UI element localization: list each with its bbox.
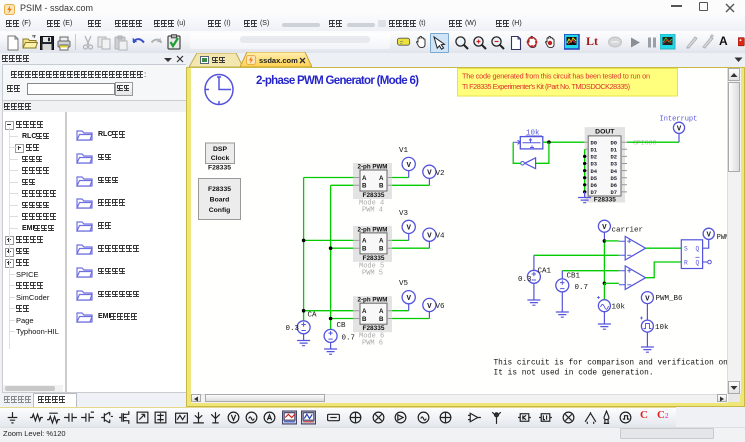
svg-text:PWM 6: PWM 6 — [362, 340, 383, 348]
svg-text:D2: D2 — [591, 154, 598, 161]
svg-text:A: A — [379, 308, 384, 315]
svg-text:D4: D4 — [591, 168, 598, 175]
svg-text:V3: V3 — [399, 210, 409, 218]
svg-text:V: V — [677, 126, 682, 134]
svg-text:V: V — [406, 225, 411, 233]
svg-text:D4: D4 — [611, 168, 618, 175]
svg-text:D6: D6 — [611, 182, 618, 189]
svg-text:PWM 5: PWM 5 — [362, 269, 383, 277]
svg-text:D5: D5 — [611, 175, 618, 182]
svg-text:CB: CB — [337, 322, 347, 330]
svg-text:F28335: F28335 — [208, 165, 231, 172]
svg-text:10k: 10k — [612, 304, 626, 312]
svg-text:Board: Board — [210, 197, 230, 204]
svg-text:F28335: F28335 — [362, 255, 384, 262]
svg-text:D1: D1 — [591, 147, 598, 154]
svg-text:D3: D3 — [591, 161, 598, 168]
svg-text:V6: V6 — [436, 303, 446, 311]
svg-text:D3: D3 — [611, 161, 618, 168]
svg-text:D6: D6 — [591, 182, 598, 189]
svg-text:R: R — [684, 260, 688, 267]
svg-text:Interrupt: Interrupt — [660, 116, 698, 124]
svg-text:D2: D2 — [611, 154, 618, 161]
svg-text:B: B — [362, 246, 367, 253]
svg-text:F28335: F28335 — [362, 325, 384, 332]
svg-text:V5: V5 — [399, 280, 409, 288]
svg-text:B: B — [379, 246, 384, 253]
svg-text:The code generated from this c: The code generated from this circuit has… — [462, 72, 650, 81]
svg-text:D7: D7 — [611, 189, 618, 196]
svg-text:DOUT: DOUT — [595, 129, 615, 136]
svg-text:Config: Config — [209, 207, 231, 214]
svg-text:CA: CA — [308, 312, 318, 320]
svg-text:0.7: 0.7 — [342, 335, 356, 343]
svg-text:V: V — [602, 224, 607, 232]
svg-text:DSP: DSP — [213, 146, 227, 153]
svg-text:2-phase PWM Generator (Mode 6): 2-phase PWM Generator (Mode 6) — [256, 75, 419, 87]
svg-text:0.3: 0.3 — [518, 276, 532, 284]
svg-text:D7: D7 — [591, 189, 598, 196]
svg-text:CA1: CA1 — [538, 268, 552, 276]
svg-text:It is not used in code generat: It is not used in code generation. — [494, 369, 654, 377]
svg-text:V2: V2 — [436, 170, 445, 178]
svg-text:Q: Q — [696, 246, 700, 253]
svg-text:A: A — [362, 308, 367, 315]
svg-text:PWM_6: PWM_6 — [717, 234, 727, 242]
svg-text:V: V — [706, 232, 711, 240]
svg-text:PWM 4: PWM 4 — [362, 207, 383, 215]
svg-text:B: B — [379, 316, 384, 323]
svg-text:B: B — [379, 183, 384, 190]
svg-text:A: A — [379, 238, 384, 245]
svg-text:2-ph PWM: 2-ph PWM — [358, 164, 388, 171]
svg-text:D5: D5 — [591, 175, 598, 182]
svg-text:D0: D0 — [611, 139, 618, 146]
svg-text:10k: 10k — [655, 324, 669, 332]
svg-text:F28335: F28335 — [362, 192, 384, 199]
svg-text:Q: Q — [696, 260, 700, 267]
svg-text:V4: V4 — [436, 233, 446, 241]
svg-text:V: V — [427, 233, 432, 241]
svg-text:2-ph PWM: 2-ph PWM — [358, 297, 388, 304]
svg-text:Clock: Clock — [211, 155, 230, 162]
svg-text:CB1: CB1 — [567, 273, 581, 281]
svg-text:F28335: F28335 — [208, 186, 231, 193]
svg-text:V: V — [427, 303, 432, 311]
svg-text:D0: D0 — [591, 139, 598, 146]
svg-text:S: S — [684, 246, 688, 253]
svg-text:This circuit is for comparison: This circuit is for comparison and verif… — [494, 359, 728, 367]
svg-text:V1: V1 — [399, 147, 409, 155]
svg-text:TI F28335 Experimenter's Kit (: TI F28335 Experimenter's Kit (Part No. T… — [462, 82, 630, 91]
svg-text:A: A — [379, 175, 384, 182]
svg-text:0.7: 0.7 — [575, 284, 589, 292]
svg-text:A: A — [362, 175, 367, 182]
svg-text:V: V — [406, 295, 411, 303]
svg-text:carrier: carrier — [612, 227, 644, 235]
svg-text:F28335: F28335 — [594, 197, 616, 204]
svg-text:A: A — [362, 238, 367, 245]
svg-text:V: V — [427, 170, 432, 178]
svg-text:B: B — [362, 183, 367, 190]
svg-text:GPIO30: GPIO30 — [633, 140, 657, 147]
svg-text:PWM_B6: PWM_B6 — [656, 295, 684, 303]
svg-text:V: V — [645, 295, 650, 303]
svg-text:V: V — [406, 162, 411, 170]
svg-text:B: B — [362, 316, 367, 323]
svg-text:D1: D1 — [611, 147, 618, 154]
svg-text:2-ph PWM: 2-ph PWM — [358, 226, 388, 233]
svg-text:0.3: 0.3 — [286, 325, 300, 333]
